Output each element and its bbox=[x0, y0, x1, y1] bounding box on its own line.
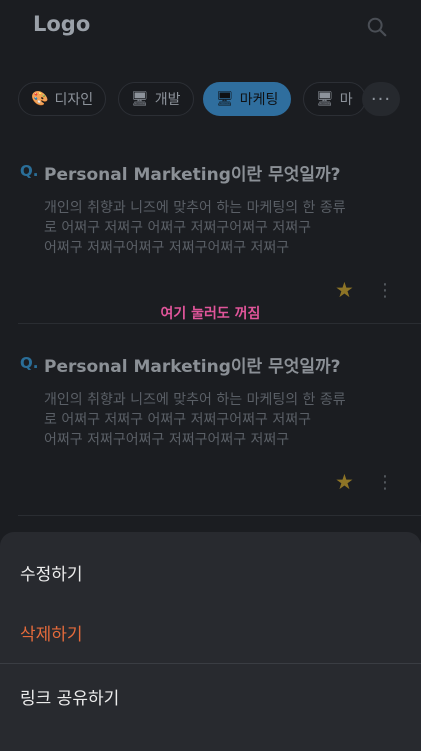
app-screen: Logo 🎨 디자인 🖥 개발 🖥 마케팅 🖥 마 ··· Q. Persona… bbox=[0, 0, 421, 751]
sheet-divider bbox=[0, 663, 421, 664]
share-link-button[interactable]: 링크 공유하기 bbox=[20, 684, 119, 709]
chip-label: 디자인 bbox=[54, 92, 94, 108]
card-body: 개인의 취향과 니즈에 맞추어 하는 마케팅의 한 종류 로 어쩌구 저쩌구 어… bbox=[44, 198, 384, 258]
monitor-icon: 🖥 bbox=[216, 91, 234, 107]
chip-label: 개발 bbox=[154, 92, 181, 108]
card-title: Personal Marketing이란 무엇일까? bbox=[44, 165, 341, 185]
body-line: 개인의 취향과 니즈에 맞추어 하는 마케팅의 한 종류 bbox=[44, 200, 346, 216]
chip-more-category[interactable]: 🖥 마 bbox=[303, 82, 366, 116]
divider bbox=[18, 323, 421, 324]
more-vertical-icon[interactable]: ⋮ bbox=[376, 472, 394, 493]
monitor-icon: 🖥 bbox=[131, 91, 149, 107]
palette-icon: 🎨 bbox=[31, 91, 49, 107]
chip-label: 마케팅 bbox=[239, 92, 279, 108]
q-label: Q. bbox=[20, 354, 39, 372]
body-line: 어쩌구 저쩌구어쩌구 저쩌구어쩌구 저쩌구 bbox=[44, 240, 290, 256]
body-line: 로 어쩌구 저쩌구 어쩌구 저쩌구어쩌구 저쩌구 bbox=[44, 220, 311, 236]
more-vertical-icon[interactable]: ⋮ bbox=[376, 280, 394, 301]
dismiss-hint[interactable]: 여기 눌러도 꺼짐 bbox=[0, 303, 421, 323]
category-chips: 🎨 디자인 🖥 개발 🖥 마케팅 🖥 마 bbox=[18, 82, 421, 118]
delete-button[interactable]: 삭제하기 bbox=[20, 620, 83, 645]
q-label: Q. bbox=[20, 162, 39, 180]
divider bbox=[18, 515, 421, 516]
more-categories-button[interactable]: ··· bbox=[362, 82, 400, 116]
card-title: Personal Marketing이란 무엇일까? bbox=[44, 357, 341, 377]
action-sheet: 수정하기 삭제하기 링크 공유하기 bbox=[0, 532, 421, 751]
search-icon[interactable] bbox=[366, 16, 388, 38]
star-icon[interactable]: ★ bbox=[335, 278, 354, 302]
edit-button[interactable]: 수정하기 bbox=[20, 560, 83, 585]
chip-marketing[interactable]: 🖥 마케팅 bbox=[203, 82, 292, 116]
body-line: 로 어쩌구 저쩌구 어쩌구 저쩌구어쩌구 저쩌구 bbox=[44, 412, 311, 428]
logo[interactable]: Logo bbox=[33, 12, 90, 36]
body-line: 어쩌구 저쩌구어쩌구 저쩌구어쩌구 저쩌구 bbox=[44, 432, 290, 448]
star-icon[interactable]: ★ bbox=[335, 470, 354, 494]
chip-label: 마 bbox=[339, 92, 353, 108]
card-body: 개인의 취향과 니즈에 맞추어 하는 마케팅의 한 종류 로 어쩌구 저쩌구 어… bbox=[44, 390, 384, 450]
chip-dev[interactable]: 🖥 개발 bbox=[118, 82, 194, 116]
body-line: 개인의 취향과 니즈에 맞추어 하는 마케팅의 한 종류 bbox=[44, 392, 346, 408]
chip-design[interactable]: 🎨 디자인 bbox=[18, 82, 107, 116]
monitor-icon: 🖥 bbox=[316, 91, 334, 107]
